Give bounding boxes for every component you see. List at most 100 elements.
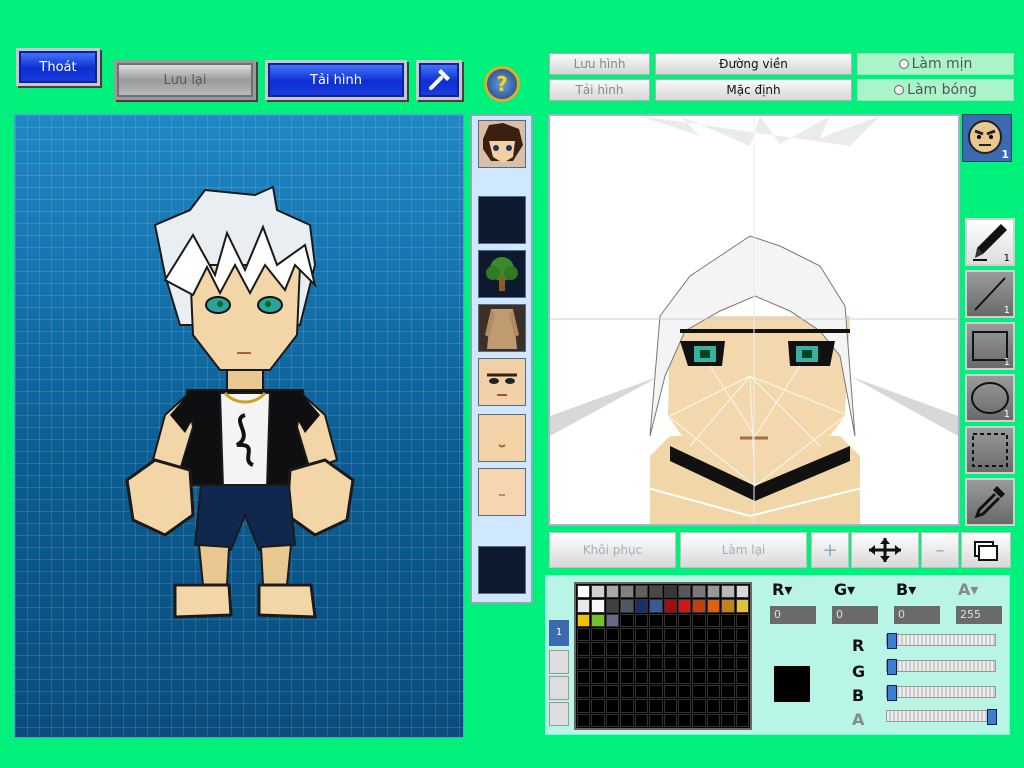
palette-swatch[interactable] [649,599,663,613]
palette-swatch[interactable] [649,670,663,685]
palette-swatch[interactable] [677,613,692,627]
palette-swatch[interactable] [577,656,591,670]
palette-tab-1[interactable]: 1 [549,620,569,646]
palette-swatch[interactable] [692,599,706,613]
palette-swatch[interactable] [706,685,721,699]
palette-swatch[interactable] [577,585,591,599]
palette-grid[interactable] [574,582,752,730]
palette-swatch[interactable] [735,699,749,713]
palette-swatch[interactable] [677,699,692,713]
palette-swatch[interactable] [692,627,706,642]
eyedropper-tool[interactable] [965,478,1015,526]
palette-swatch[interactable] [605,685,620,699]
a-value-field[interactable]: 255 [956,606,1002,624]
palette-swatch[interactable] [721,627,735,642]
smooth-toggle[interactable]: Làm mịn [857,53,1014,75]
palette-swatch[interactable] [677,642,692,656]
palette-swatch[interactable] [634,585,649,599]
palette-swatch[interactable] [605,656,620,670]
palette-swatch[interactable] [663,613,677,627]
palette-swatch[interactable] [577,699,591,713]
palette-swatch[interactable] [591,585,605,599]
palette-swatch[interactable] [649,642,663,656]
palette-swatch[interactable] [706,613,721,627]
palette-swatch[interactable] [677,670,692,685]
palette-swatch[interactable] [620,599,634,613]
palette-swatch[interactable] [577,599,591,613]
palette-swatch[interactable] [620,670,634,685]
palette-swatch[interactable] [634,670,649,685]
hammer-button[interactable] [416,60,462,100]
line-tool[interactable]: 1 [965,270,1015,318]
palette-swatch[interactable] [721,699,735,713]
restore-button[interactable]: Khôi phục [549,532,676,568]
palette-swatch[interactable] [620,713,634,727]
palette-swatch[interactable] [721,585,735,599]
palette-swatch[interactable] [605,613,620,627]
r-value-field[interactable]: 0 [770,606,816,624]
palette-swatch[interactable] [591,713,605,727]
palette-swatch[interactable] [649,613,663,627]
ellipse-tool[interactable]: 1 [965,374,1015,422]
palette-swatch[interactable] [634,627,649,642]
palette-swatch[interactable] [577,627,591,642]
palette-swatch[interactable] [706,699,721,713]
palette-swatch[interactable] [620,642,634,656]
palette-swatch[interactable] [735,670,749,685]
palette-swatch[interactable] [577,642,591,656]
outline-button[interactable]: Đường viền [655,53,852,75]
palette-swatch[interactable] [735,585,749,599]
palette-swatch[interactable] [620,585,634,599]
palette-swatch[interactable] [591,656,605,670]
g-value-field[interactable]: 0 [832,606,878,624]
move-button[interactable] [851,532,919,568]
palette-swatch[interactable] [591,685,605,699]
selection-tool[interactable] [965,426,1015,474]
palette-swatch[interactable] [721,670,735,685]
rectangle-tool[interactable]: 1 [965,322,1015,370]
palette-swatch[interactable] [692,685,706,699]
palette-swatch[interactable] [620,627,634,642]
a-slider[interactable] [886,709,997,725]
palette-swatch[interactable] [721,656,735,670]
palette-swatch[interactable] [649,713,663,727]
palette-tab-4[interactable] [549,702,569,726]
palette-swatch[interactable] [663,627,677,642]
palette-swatch[interactable] [634,656,649,670]
palette-swatch[interactable] [692,670,706,685]
pencil-tool[interactable]: 1 [965,218,1015,266]
palette-swatch[interactable] [634,699,649,713]
palette-swatch[interactable] [605,670,620,685]
palette-swatch[interactable] [692,585,706,599]
palette-swatch[interactable] [649,656,663,670]
palette-swatch[interactable] [735,627,749,642]
palette-swatch[interactable] [663,699,677,713]
palette-swatch[interactable] [721,685,735,699]
load-image-button[interactable]: Tải hình [549,79,650,101]
palette-swatch[interactable] [649,627,663,642]
palette-swatch[interactable] [634,613,649,627]
palette-swatch[interactable] [634,642,649,656]
palette-swatch[interactable] [706,585,721,599]
palette-swatch[interactable] [735,613,749,627]
palette-swatch[interactable] [577,713,591,727]
palette-swatch[interactable] [735,642,749,656]
palette-swatch[interactable] [706,642,721,656]
palette-swatch[interactable] [634,713,649,727]
b-slider-knob[interactable] [887,685,897,701]
palette-swatch[interactable] [677,656,692,670]
palette-swatch[interactable] [692,699,706,713]
palette-swatch[interactable] [706,670,721,685]
palette-swatch[interactable] [605,599,620,613]
palette-swatch[interactable] [605,713,620,727]
palette-swatch[interactable] [605,642,620,656]
part-slot-tree[interactable] [478,250,526,298]
b-slider[interactable] [886,685,996,701]
part-slot-body[interactable] [478,304,526,352]
palette-swatch[interactable] [605,585,620,599]
b-value-field[interactable]: 0 [894,606,940,624]
palette-swatch[interactable] [706,627,721,642]
palette-swatch[interactable] [663,642,677,656]
part-slot-empty-1[interactable] [478,196,526,244]
palette-swatch[interactable] [692,613,706,627]
